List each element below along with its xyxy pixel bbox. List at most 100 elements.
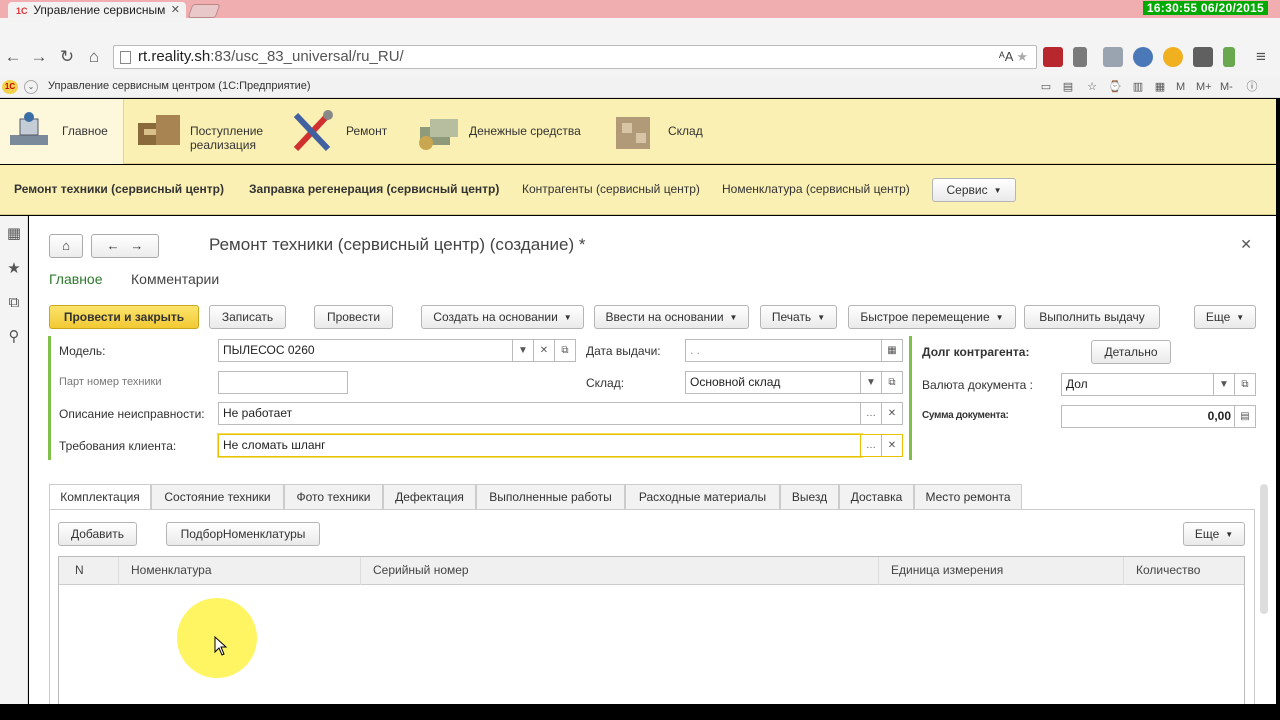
subsection-contractors-link[interactable]: Контрагенты (сервисный центр)	[522, 182, 700, 196]
tab-defect[interactable]: Дефектация	[383, 484, 476, 510]
extension-icon-3[interactable]	[1103, 47, 1123, 67]
back-forward-nav[interactable]: ← →	[91, 234, 159, 258]
currency-open-icon[interactable]: ⧉	[1234, 373, 1256, 396]
col-serial[interactable]: Серийный номер	[361, 557, 879, 585]
extension-icon-7[interactable]	[1223, 47, 1235, 67]
tab-main[interactable]: Главное	[49, 271, 103, 287]
section-repair[interactable]: Ремонт	[288, 99, 398, 164]
memory-plus-button[interactable]: M+	[1196, 81, 1212, 93]
add-button[interactable]: Добавить	[58, 522, 137, 546]
form-scrollbar[interactable]	[1260, 484, 1268, 614]
tab-comments[interactable]: Комментарии	[131, 271, 219, 287]
requirements-field[interactable]: Не сломать шланг	[218, 434, 862, 457]
tab-komplektaciya[interactable]: Комплектация	[49, 484, 151, 511]
close-form-icon[interactable]: ✕	[1240, 236, 1252, 253]
requirements-clear-icon[interactable]: ✕	[881, 434, 903, 457]
info-icon[interactable]: ⓘ	[1246, 81, 1258, 93]
translate-icon[interactable]: ᴬA	[999, 49, 1013, 64]
fault-select-icon[interactable]: …	[860, 402, 882, 425]
subsection-repair-link[interactable]: Ремонт техники (сервисный центр)	[14, 182, 224, 196]
back-icon[interactable]: ←	[2, 46, 24, 68]
col-nomenclature[interactable]: Номенклатура	[119, 557, 361, 585]
requirements-select-icon[interactable]: …	[860, 434, 882, 457]
section-money[interactable]: Денежные средства	[414, 99, 600, 164]
tab-tech-photo[interactable]: Фото техники	[284, 484, 383, 510]
sum-label: Сумма документа:	[922, 410, 1009, 421]
toolbar-icon-1[interactable]: ▭	[1040, 81, 1052, 93]
tab-repair-place[interactable]: Место ремонта	[914, 484, 1022, 510]
detail-button[interactable]: Детально	[1091, 340, 1171, 364]
tab-visit[interactable]: Выезд	[780, 484, 839, 510]
post-button[interactable]: Провести	[314, 305, 393, 329]
model-field[interactable]: ПЫЛЕСОС 0260	[218, 339, 514, 362]
document-icon[interactable]: ▥	[1132, 81, 1144, 93]
table-more-button[interactable]: Еще ▼	[1183, 522, 1245, 546]
fault-clear-icon[interactable]: ✕	[881, 402, 903, 425]
col-n[interactable]: N	[59, 557, 119, 585]
apps-grid-icon[interactable]: ▦	[6, 226, 22, 242]
subsection-refill-link[interactable]: Заправка регенерация (сервисный центр)	[249, 182, 499, 196]
favorites-icon[interactable]: ☆	[1086, 81, 1098, 93]
quick-move-button[interactable]: Быстрое перемещение ▼	[848, 305, 1016, 329]
app-menu-icon[interactable]: ⌄	[24, 80, 38, 94]
section-warehouse[interactable]: Склад	[610, 99, 720, 164]
home-nav-button[interactable]: ⌂	[49, 234, 83, 258]
download-icon[interactable]	[1193, 47, 1213, 67]
address-bar[interactable]: rt.reality.sh:83/usc_83_universal/ru_RU/…	[113, 45, 1037, 69]
enter-based-button[interactable]: Ввести на основании ▼	[594, 305, 749, 329]
print-icon[interactable]: ▤	[1062, 81, 1074, 93]
fault-field[interactable]: Не работает	[218, 402, 862, 425]
calendar-picker-icon[interactable]: ▦	[881, 339, 903, 362]
part-number-field[interactable]	[218, 371, 348, 394]
back-arrow-icon[interactable]: ←	[107, 238, 120, 253]
tab-tech-state[interactable]: Состояние техники	[151, 484, 284, 510]
tab-delivery[interactable]: Доставка	[839, 484, 914, 510]
history-pages-icon[interactable]: ⧉	[6, 295, 22, 311]
save-button[interactable]: Записать	[209, 305, 286, 329]
close-tab-icon[interactable]: ✕	[171, 2, 180, 18]
warehouse-open-icon[interactable]: ⧉	[881, 371, 903, 394]
reload-icon[interactable]: ↻	[56, 46, 78, 68]
extension-icon-2[interactable]	[1073, 47, 1087, 67]
currency-field[interactable]: Дол	[1061, 373, 1215, 396]
tab-done-works[interactable]: Выполненные работы	[476, 484, 625, 510]
subsection-nomenclature-link[interactable]: Номенклатура (сервисный центр)	[722, 182, 910, 196]
menu-icon[interactable]: ≡	[1250, 46, 1272, 68]
extension-icon-1[interactable]	[1043, 47, 1063, 67]
section-main[interactable]: Главное	[0, 99, 124, 164]
model-open-icon[interactable]: ⧉	[554, 339, 576, 362]
calendar-icon[interactable]: ▦	[1154, 81, 1166, 93]
extension-icon-5[interactable]	[1163, 47, 1183, 67]
history-icon[interactable]: ⌚	[1108, 81, 1122, 93]
calculator-icon[interactable]: ▤	[1234, 405, 1256, 428]
home-icon[interactable]: ⌂	[83, 46, 105, 68]
model-clear-icon[interactable]: ✕	[533, 339, 555, 362]
col-unit[interactable]: Единица измерения	[879, 557, 1124, 585]
forward-arrow-icon[interactable]: →	[130, 238, 143, 253]
model-dropdown-icon[interactable]: ▼	[512, 339, 534, 362]
issue-date-field[interactable]: . .	[685, 339, 883, 362]
sum-field[interactable]: 0,00	[1061, 405, 1236, 428]
print-button[interactable]: Печать ▼	[760, 305, 837, 329]
favorites-star-icon[interactable]: ★	[6, 261, 22, 277]
warehouse-dropdown-icon[interactable]: ▼	[860, 371, 882, 394]
bookmark-star-icon[interactable]: ★	[1016, 49, 1028, 64]
extension-icon-4[interactable]	[1133, 47, 1153, 67]
tab-materials[interactable]: Расходные материалы	[625, 484, 780, 510]
create-based-button[interactable]: Создать на основании ▼	[421, 305, 584, 329]
pick-nomenclature-button[interactable]: ПодборНоменклатуры	[166, 522, 320, 546]
warehouse-field[interactable]: Основной склад	[685, 371, 862, 394]
post-and-close-button[interactable]: Провести и закрыть	[49, 305, 199, 329]
section-receipt-sale[interactable]: Поступление реализация	[132, 99, 282, 164]
currency-dropdown-icon[interactable]: ▼	[1213, 373, 1235, 396]
new-tab-button[interactable]	[187, 4, 221, 18]
browser-tab[interactable]: 1C Управление сервисным ✕	[8, 2, 186, 18]
service-dropdown-button[interactable]: Сервис ▼	[932, 178, 1016, 202]
memory-button[interactable]: M	[1176, 81, 1185, 93]
more-button[interactable]: Еще ▼	[1194, 305, 1256, 329]
col-quantity[interactable]: Количество	[1124, 557, 1244, 585]
forward-icon[interactable]: →	[28, 46, 50, 68]
memory-minus-button[interactable]: M-	[1220, 81, 1233, 93]
search-icon[interactable]: ⚲	[6, 329, 22, 345]
issue-button[interactable]: Выполнить выдачу	[1024, 305, 1160, 329]
